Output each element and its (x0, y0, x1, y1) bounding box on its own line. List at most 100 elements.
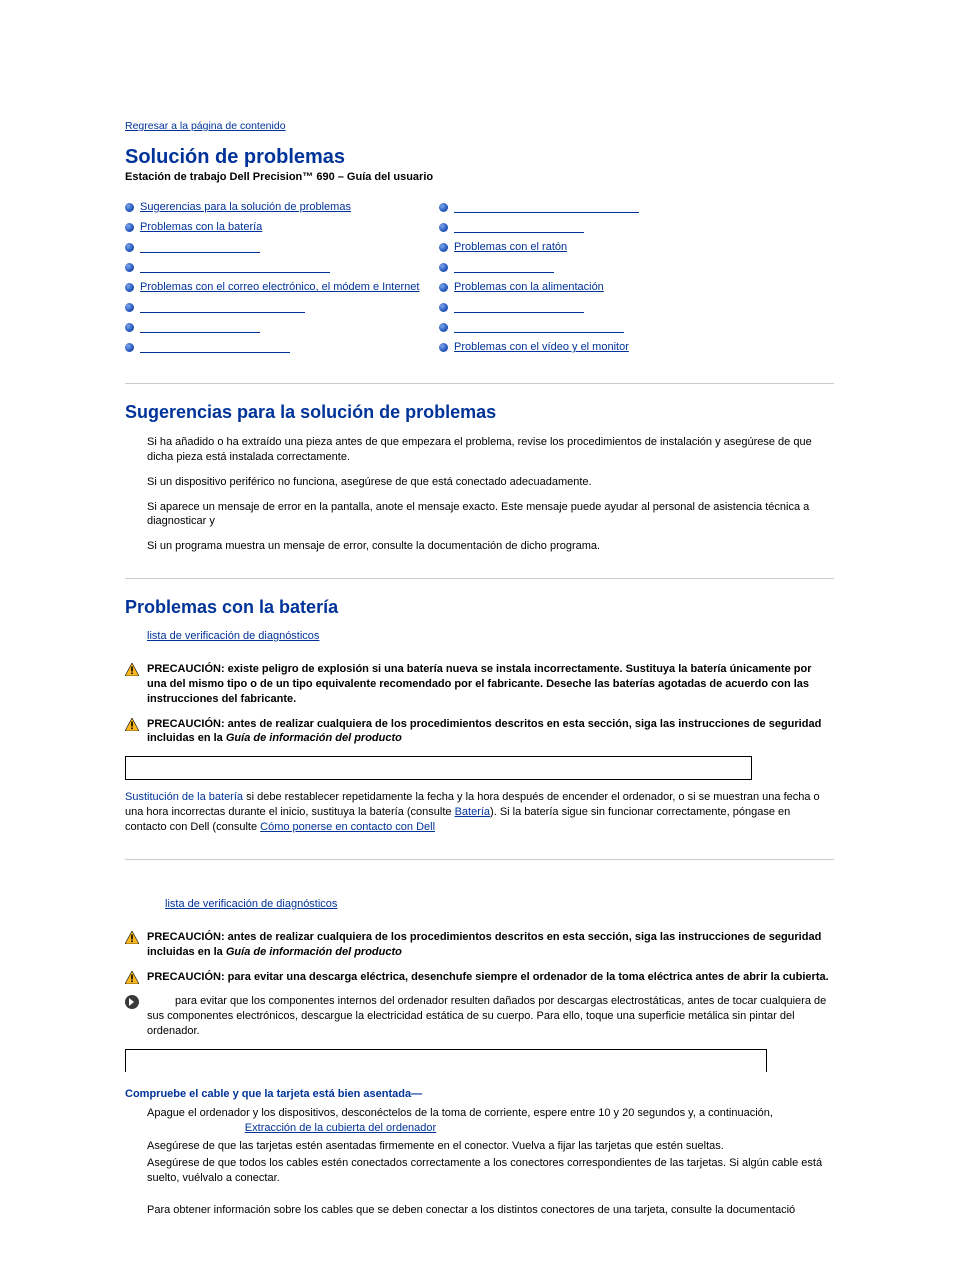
caution-doc-title: Guía de información del producto (226, 946, 402, 958)
caution-safety: PRECAUCIÓN: antes de realizar cualquiera… (125, 930, 834, 960)
procedure-steps: Apague el ordenador y los dispositivos, … (147, 1106, 834, 1218)
toc-link-blank[interactable] (454, 321, 624, 333)
toc-item (125, 339, 433, 359)
caution-text: PRECAUCIÓN: antes de realizar cualquiera… (147, 930, 834, 960)
toc-item (125, 239, 433, 259)
diagnostics-link-row: lista de verificación de diagnósticos (147, 630, 834, 652)
toc-link-blank[interactable] (140, 261, 330, 273)
toc-link[interactable]: Problemas con el ratón (454, 241, 567, 253)
toc-link[interactable]: Problemas con la alimentación (454, 281, 604, 293)
caution-label: PRECAUCIÓN: (147, 971, 225, 983)
toc-item (125, 299, 433, 319)
caution-body: existe peligro de explosión si una bater… (147, 663, 812, 705)
toc-item: Problemas con el ratón (439, 239, 834, 259)
toc-item: Sugerencias para la solución de problema… (125, 199, 433, 219)
toc-item (439, 199, 834, 219)
bullet-icon (125, 323, 134, 332)
section-body-tips: Si ha añadido o ha extraído una pieza an… (147, 435, 834, 554)
divider (125, 578, 834, 579)
step: Asegúrese de que las tarjetas estén asen… (147, 1139, 834, 1154)
caution-label: PRECAUCIÓN: (147, 931, 225, 943)
step: Para obtener información sobre los cable… (147, 1203, 834, 1218)
inline-subhead: Sustitución de la batería (125, 791, 243, 803)
toc-item: Problemas con la alimentación (439, 279, 834, 299)
toc-link-blank[interactable] (454, 201, 639, 213)
content-box (125, 1049, 767, 1072)
caution-text: PRECAUCIÓN: existe peligro de explosión … (147, 662, 834, 707)
caution-label: PRECAUCIÓN: (147, 663, 225, 675)
toc-link-blank[interactable] (140, 321, 260, 333)
toc-link-blank[interactable] (454, 301, 584, 313)
divider (125, 859, 834, 860)
toc-link-blank[interactable] (454, 261, 554, 273)
bullet-icon (439, 343, 448, 352)
step: Apague el ordenador y los dispositivos, … (147, 1106, 834, 1121)
toc-link-blank[interactable] (140, 341, 290, 353)
bullet-icon (439, 203, 448, 212)
diagnostics-checklist-link[interactable]: lista de verificación de diagnósticos (147, 630, 319, 642)
caution-text: PRECAUCIÓN: para evitar una descarga elé… (147, 970, 834, 985)
caution-shock: PRECAUCIÓN: para evitar una descarga elé… (125, 970, 834, 985)
back-link[interactable]: Regresar a la página de contenido (125, 120, 286, 132)
toc-link[interactable]: Problemas con el vídeo y el monitor (454, 341, 629, 353)
paragraph: Si un programa muestra un mensaje de err… (147, 539, 834, 554)
warning-icon (125, 971, 139, 984)
caution-explosion: PRECAUCIÓN: existe peligro de explosión … (125, 662, 834, 707)
toc-item (125, 319, 433, 339)
note-text: para evitar que los componentes internos… (147, 994, 834, 1039)
warning-icon (125, 931, 139, 944)
toc-item (439, 259, 834, 279)
caution-body: para evitar una descarga eléctrica, dese… (225, 971, 829, 983)
toc-column-right: Problemas con el ratón Problemas con la a… (439, 199, 834, 359)
bullet-icon (125, 263, 134, 272)
toc-item (439, 219, 834, 239)
contact-dell-link[interactable]: Cómo ponerse en contacto con Dell (260, 821, 435, 833)
remove-cover-link[interactable]: Extracción de la cubierta del ordenador (245, 1122, 436, 1134)
toc-link[interactable]: Problemas con la batería (140, 221, 262, 233)
bullet-icon (125, 343, 134, 352)
toc-link-blank[interactable] (140, 241, 260, 253)
bullet-icon (439, 263, 448, 272)
toc-item: Problemas con el vídeo y el monitor (439, 339, 834, 359)
section-heading-battery: Problemas con la batería (125, 597, 834, 618)
bullet-icon (125, 283, 134, 292)
content-box (125, 756, 752, 780)
toc-link-blank[interactable] (140, 301, 305, 313)
bullet-icon (125, 203, 134, 212)
toc-link[interactable]: Sugerencias para la solución de problema… (140, 201, 351, 213)
diagnostics-checklist-link[interactable]: lista de verificación de diagnósticos (165, 898, 337, 910)
caution-doc-title: Guía de información del producto (226, 732, 402, 744)
bullet-icon (125, 223, 134, 232)
toc-item: Problemas con el correo electrónico, el … (125, 279, 433, 299)
bullet-icon (125, 303, 134, 312)
paragraph: Si aparece un mensaje de error en la pan… (147, 500, 834, 530)
toc-link[interactable]: Problemas con el correo electrónico, el … (140, 281, 419, 293)
toc-item (439, 299, 834, 319)
bullet-icon (439, 283, 448, 292)
toc-column-left: Sugerencias para la solución de problema… (125, 199, 433, 359)
back-to-contents[interactable]: Regresar a la página de contenido (125, 120, 834, 132)
toc-item (125, 259, 433, 279)
bullet-icon (125, 243, 134, 252)
warning-icon (125, 663, 139, 676)
battery-link[interactable]: Batería (455, 806, 490, 818)
caution-text: PRECAUCIÓN: antes de realizar cualquiera… (147, 717, 834, 747)
battery-replacement-paragraph: Sustitución de la batería si debe restab… (125, 790, 834, 835)
step-link-row: Extracción de la cubierta del ordenador (147, 1121, 834, 1136)
bullet-icon (439, 223, 448, 232)
note-icon (125, 995, 139, 1009)
bullet-icon (439, 303, 448, 312)
paragraph: Si un dispositivo periférico no funciona… (147, 475, 834, 490)
caution-safety: PRECAUCIÓN: antes de realizar cualquiera… (125, 717, 834, 747)
paragraph: Si ha añadido o ha extraído una pieza an… (147, 435, 834, 465)
bullet-icon (439, 243, 448, 252)
bullet-icon (439, 323, 448, 332)
document-page: Regresar a la página de contenido Soluci… (0, 0, 954, 1278)
procedure-subhead: Compruebe el cable y que la tarjeta está… (125, 1088, 834, 1100)
toc-item (439, 319, 834, 339)
diagnostics-link-row: lista de verificación de diagnósticos (165, 898, 834, 920)
toc-link-blank[interactable] (454, 221, 584, 233)
table-of-contents: Sugerencias para la solución de problema… (125, 199, 834, 359)
caution-label: PRECAUCIÓN: (147, 718, 225, 730)
page-subtitle: Estación de trabajo Dell Precision™ 690 … (125, 171, 834, 183)
